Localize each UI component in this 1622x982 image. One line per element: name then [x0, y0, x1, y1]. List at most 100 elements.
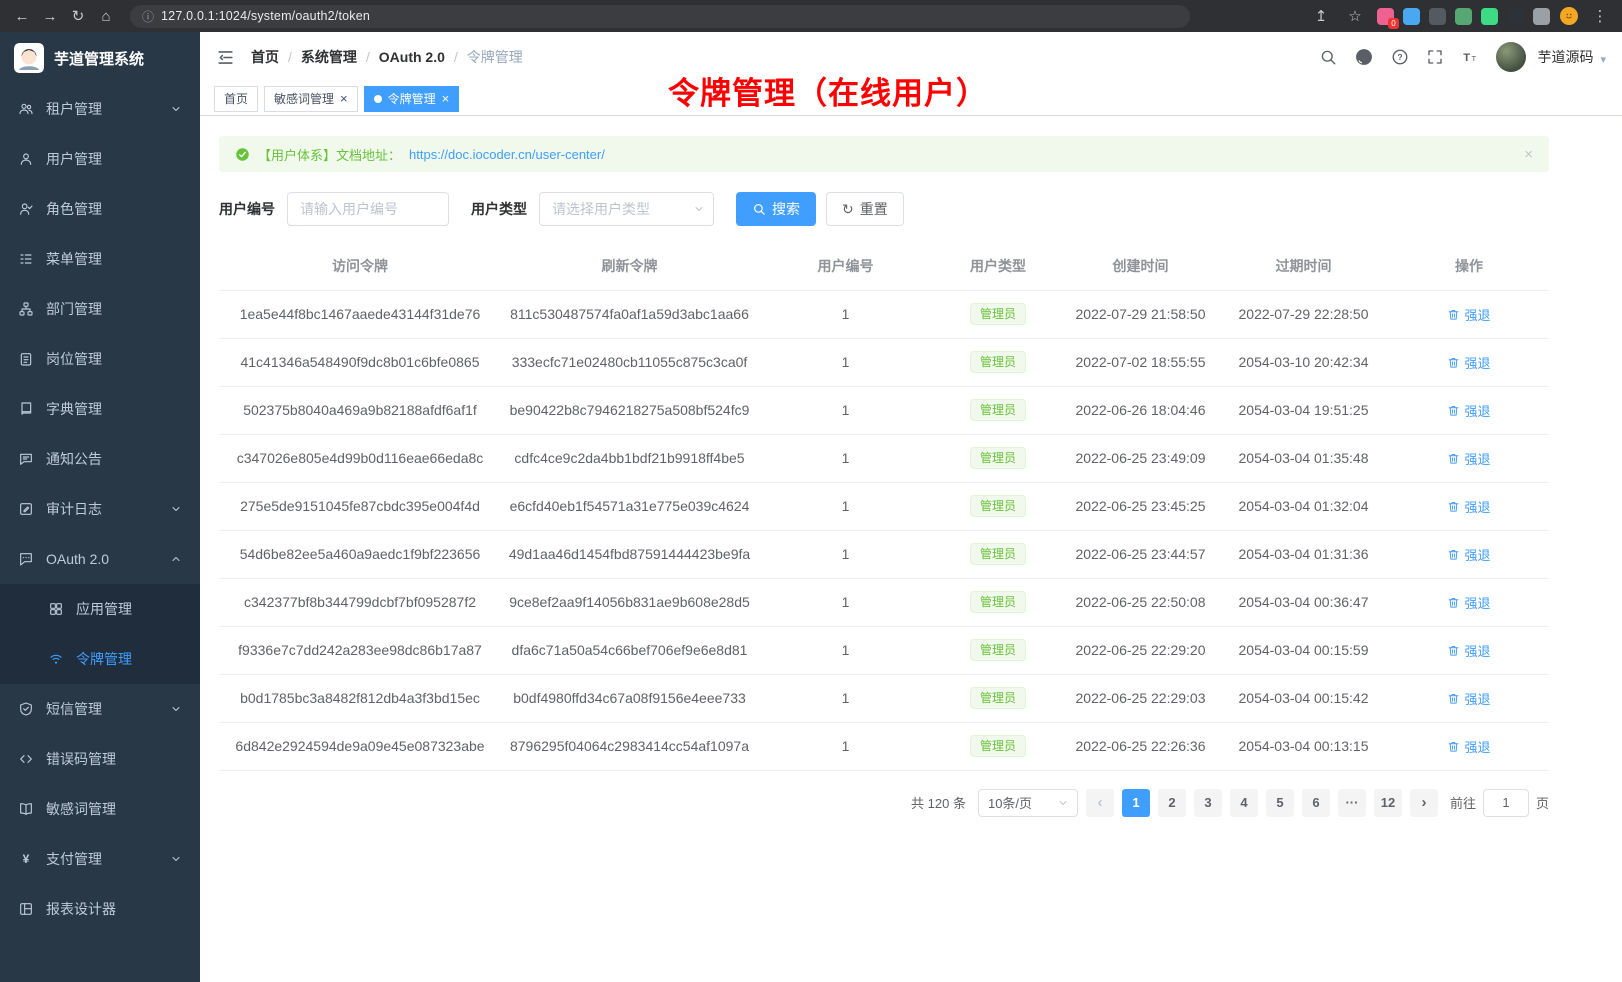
sidebar-item[interactable]: 部门管理	[0, 284, 200, 334]
browser-menu-icon[interactable]: ⋮	[1588, 4, 1612, 28]
force-logout-button[interactable]: 强退	[1447, 353, 1490, 372]
sidebar-item[interactable]: 字典管理	[0, 384, 200, 434]
oauth-icon	[18, 551, 34, 567]
user-dropdown-caret-icon[interactable]: ▾	[1600, 53, 1606, 66]
tab-close-icon[interactable]: ×	[442, 92, 450, 105]
page-button[interactable]: 5	[1266, 789, 1294, 817]
table-header-row: 访问令牌 刷新令牌 用户编号 用户类型 创建时间 过期时间 操作	[219, 242, 1549, 290]
alert-close-icon[interactable]: ×	[1524, 146, 1533, 163]
search-icon[interactable]	[1319, 48, 1337, 66]
access-token: 1ea5e44f8bc1467aaede43144f31de76	[240, 306, 481, 322]
next-page-button[interactable]: ›	[1410, 789, 1438, 817]
tab[interactable]: 敏感词管理 ×	[264, 86, 358, 112]
tab-close-icon[interactable]: ×	[340, 92, 348, 105]
force-logout-button[interactable]: 强退	[1447, 593, 1490, 612]
page-button[interactable]: 3	[1194, 789, 1222, 817]
user-name[interactable]: 芋道源码	[1537, 47, 1593, 67]
goto-page-input[interactable]	[1483, 789, 1529, 817]
page-size-select[interactable]: 10条/页	[978, 789, 1078, 817]
breadcrumb-item[interactable]: 首页	[251, 47, 279, 67]
sidebar-item[interactable]: 令牌管理	[0, 634, 200, 684]
force-logout-button[interactable]: 强退	[1447, 689, 1490, 708]
sidebar-item[interactable]: 错误码管理	[0, 734, 200, 784]
tab[interactable]: 首页	[214, 86, 258, 112]
page-button[interactable]: 12	[1374, 789, 1402, 817]
sidebar-item-label: 支付管理	[46, 849, 158, 869]
browser-profile-avatar[interactable]	[1560, 7, 1578, 25]
sidebar-item[interactable]: 短信管理	[0, 684, 200, 734]
address-bar[interactable]: ⓘ 127.0.0.1:1024/system/oauth2/token	[130, 5, 1190, 28]
search-button[interactable]: 搜索	[736, 192, 816, 226]
prev-page-button[interactable]: ‹	[1086, 789, 1114, 817]
browser-extension-icon[interactable]	[1429, 8, 1446, 25]
force-logout-button[interactable]: 强退	[1447, 401, 1490, 420]
page-button[interactable]: 2	[1158, 789, 1186, 817]
force-logout-button[interactable]: 强退	[1447, 641, 1490, 660]
breadcrumb-item[interactable]: 令牌管理	[445, 47, 523, 67]
browser-forward-icon[interactable]: →	[38, 4, 62, 28]
doc-link[interactable]: https://doc.iocoder.cn/user-center/	[409, 147, 605, 162]
sidebar-item[interactable]: 租户管理	[0, 84, 200, 134]
sidebar-item[interactable]: 通知公告	[0, 434, 200, 484]
breadcrumb-item[interactable]: 系统管理	[279, 47, 357, 67]
font-size-icon[interactable]: TT	[1461, 48, 1479, 66]
delete-icon	[1447, 692, 1460, 705]
browser-extension-icon[interactable]	[1533, 8, 1550, 25]
browser-extension-icon[interactable]	[1481, 8, 1498, 25]
reset-button[interactable]: ↻ 重置	[826, 192, 904, 226]
sidebar-item[interactable]: 审计日志	[0, 484, 200, 534]
user-id: 1	[842, 642, 850, 658]
tab[interactable]: 令牌管理 ×	[364, 86, 460, 112]
app-title: 芋道管理系统	[54, 48, 144, 69]
user-id-label: 用户编号	[219, 199, 275, 219]
force-logout-button[interactable]: 强退	[1447, 737, 1490, 756]
browser-reload-icon[interactable]: ↻	[66, 4, 90, 28]
browser-extension-icon[interactable]: 0	[1377, 8, 1394, 25]
page-button[interactable]: 4	[1230, 789, 1258, 817]
force-logout-button[interactable]: 强退	[1447, 545, 1490, 564]
fullscreen-icon[interactable]	[1426, 48, 1444, 66]
breadcrumb: 首页 系统管理 OAuth 2.0 令牌管理	[251, 47, 523, 67]
browser-home-icon[interactable]: ⌂	[94, 4, 118, 28]
site-info-icon[interactable]: ⓘ	[142, 8, 154, 25]
collapse-sidebar-icon[interactable]	[216, 48, 235, 67]
github-icon[interactable]	[1354, 47, 1374, 67]
access-token: 502375b8040a469a9b82188afdf6af1f	[243, 402, 477, 418]
browser-extension-icon[interactable]	[1403, 8, 1420, 25]
browser-extension-icon[interactable]	[1507, 8, 1524, 25]
user-avatar[interactable]	[1496, 42, 1526, 72]
breadcrumb-item[interactable]: OAuth 2.0	[357, 49, 445, 65]
page-buttons: 1 2 3 4 5 6 ··· 12	[1122, 789, 1402, 817]
sidebar-item[interactable]: 敏感词管理	[0, 784, 200, 834]
sidebar-item[interactable]: 岗位管理	[0, 334, 200, 384]
refresh-token: 333ecfc71e02480cb11055c875c3ca0f	[512, 354, 748, 370]
sidebar-item[interactable]: 角色管理	[0, 184, 200, 234]
browser-extension-icon[interactable]	[1455, 8, 1472, 25]
browser-back-icon[interactable]: ←	[10, 4, 34, 28]
role-icon	[18, 201, 34, 217]
sidebar-item[interactable]: 报表设计器	[0, 884, 200, 934]
share-icon[interactable]: ↥	[1309, 4, 1333, 28]
sidebar-item[interactable]: 应用管理	[0, 584, 200, 634]
access-token: 275e5de9151045fe87cbdc395e004f4d	[240, 498, 480, 514]
force-logout-button[interactable]: 强退	[1447, 497, 1490, 516]
access-token: f9336e7c7dd242a283ee98dc86b17a87	[238, 642, 482, 658]
sidebar-item[interactable]: 支付管理	[0, 834, 200, 884]
user-type-select[interactable]	[539, 192, 714, 226]
refresh-token: 811c530487574fa0af1a59d3abc1aa66	[510, 306, 749, 322]
force-logout-button[interactable]: 强退	[1447, 305, 1490, 324]
url-text: 127.0.0.1:1024/system/oauth2/token	[161, 9, 370, 23]
force-logout-button[interactable]: 强退	[1447, 449, 1490, 468]
sidebar-item[interactable]: 菜单管理	[0, 234, 200, 284]
page-button[interactable]: ···	[1338, 789, 1366, 817]
sidebar-item[interactable]: OAuth 2.0	[0, 534, 200, 584]
bookmark-star-icon[interactable]: ☆	[1343, 4, 1367, 28]
sidebar-item[interactable]: 用户管理	[0, 134, 200, 184]
app-logo[interactable]: 芋道管理系统	[0, 32, 200, 84]
user-id: 1	[842, 306, 850, 322]
page-button[interactable]: 1	[1122, 789, 1150, 817]
user-type-select-input[interactable]	[539, 192, 714, 226]
page-button[interactable]: 6	[1302, 789, 1330, 817]
help-icon[interactable]: ?	[1391, 48, 1409, 66]
user-id-input[interactable]	[287, 192, 449, 226]
